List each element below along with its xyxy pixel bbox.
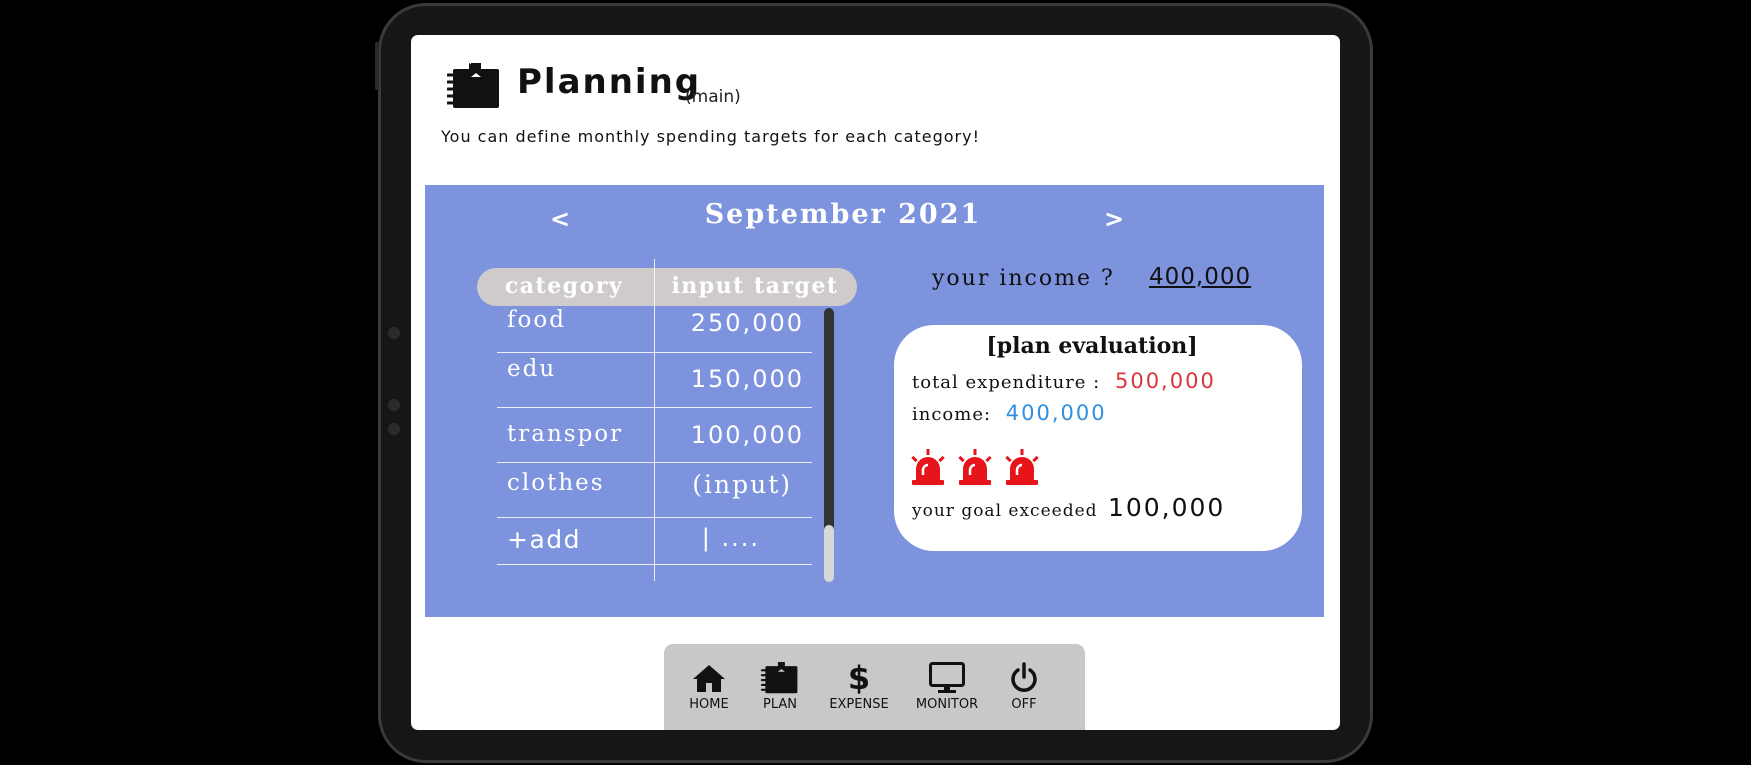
table-row: clothes (input) (497, 462, 812, 518)
page-title: Planning (517, 62, 702, 102)
next-month-button[interactable]: > (1104, 205, 1124, 233)
add-target-input[interactable]: | .... (702, 524, 760, 552)
alarm-icons (910, 449, 1046, 489)
goal-exceeded-label: your goal exceeded (912, 501, 1098, 521)
page-description: You can define monthly spending targets … (441, 127, 980, 146)
income-label: your income ? (932, 266, 1115, 291)
table-scrollbar-thumb[interactable] (824, 525, 834, 582)
total-expenditure-value: 500,000 (1114, 369, 1216, 393)
prev-month-button[interactable]: < (550, 205, 570, 233)
table-row: food 250,000 (497, 297, 812, 353)
tablet-sensor-dot (388, 423, 400, 435)
nav-off[interactable]: OFF (1004, 660, 1044, 712)
category-cell: clothes (507, 470, 605, 496)
evaluation-title: [plan evaluation] (986, 333, 1198, 359)
nav-off-label: OFF (1011, 697, 1037, 712)
siren-alarm-icon (911, 449, 945, 485)
income-line: income: 400,000 (912, 401, 1107, 425)
evaluation-income-label: income: (912, 404, 992, 425)
table-row-add: +add | .... (497, 517, 812, 565)
planner-notebook-icon (447, 63, 499, 108)
app-screen: Planning (main) You can define monthly s… (411, 35, 1340, 730)
nav-plan-label: PLAN (763, 697, 797, 712)
bottom-nav: HOME PLAN $ EXPENSE MONITOR OFF (664, 644, 1085, 730)
target-input[interactable]: 150,000 (691, 365, 804, 393)
monitor-icon (929, 662, 965, 693)
planning-panel: < September 2021 > category input target… (425, 185, 1324, 617)
tablet-sensor-dot (388, 327, 400, 339)
category-cell: food (507, 307, 566, 333)
tablet-sensor-dot (388, 399, 400, 411)
nav-monitor[interactable]: MONITOR (912, 660, 982, 712)
power-icon (1011, 662, 1037, 692)
month-label: September 2021 (704, 199, 982, 230)
nav-expense-label: EXPENSE (829, 697, 889, 712)
siren-alarm-icon (1005, 449, 1039, 485)
home-icon (693, 665, 725, 692)
goal-exceeded-line: your goal exceeded 100,000 (912, 493, 1225, 522)
planner-notebook-icon (760, 662, 798, 694)
add-category-button[interactable]: +add (507, 525, 581, 554)
page-title-suffix: (main) (685, 87, 741, 107)
table-row: transpor 100,000 (497, 407, 812, 463)
target-input[interactable]: (input) (692, 470, 792, 499)
nav-home-label: HOME (689, 697, 729, 712)
total-expenditure-label: total expenditure : (912, 372, 1101, 393)
category-cell: transpor (507, 421, 624, 447)
siren-alarm-icon (958, 449, 992, 485)
nav-plan[interactable]: PLAN (755, 660, 805, 712)
plan-evaluation-card: [plan evaluation] total expenditure : 50… (894, 325, 1302, 551)
income-input[interactable]: 400,000 (1149, 264, 1251, 290)
target-input[interactable]: 100,000 (691, 421, 804, 449)
tablet-side-button (375, 42, 379, 90)
goal-exceeded-value: 100,000 (1107, 493, 1226, 522)
nav-monitor-label: MONITOR (915, 697, 979, 712)
dollar-icon: $ (847, 659, 871, 697)
total-expenditure-line: total expenditure : 500,000 (912, 369, 1216, 393)
category-cell: edu (507, 356, 557, 382)
nav-expense[interactable]: $ EXPENSE (824, 660, 894, 712)
evaluation-income-value: 400,000 (1005, 401, 1107, 425)
nav-home[interactable]: HOME (684, 660, 734, 712)
table-row: edu 150,000 (497, 352, 812, 408)
target-input[interactable]: 250,000 (691, 309, 804, 337)
